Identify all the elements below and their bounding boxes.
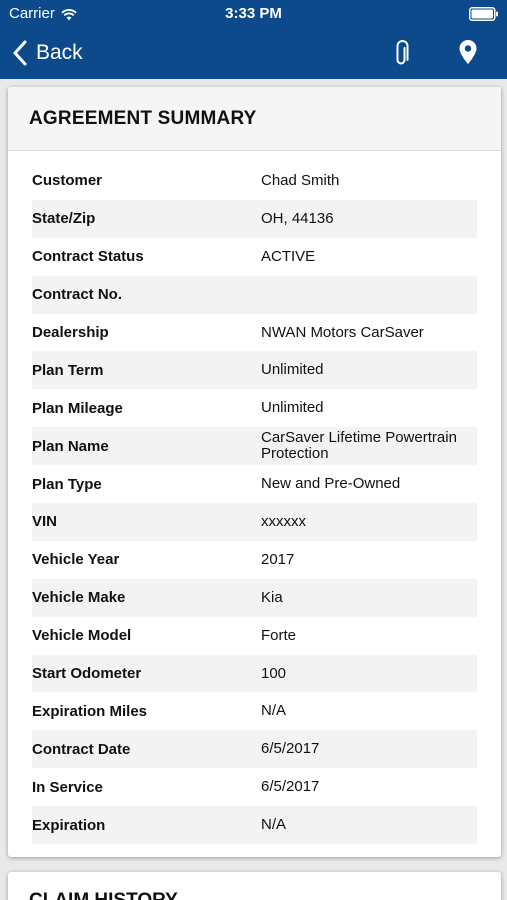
row-value: New and Pre-Owned xyxy=(261,475,401,493)
row-label: Vehicle Year xyxy=(32,551,120,569)
table-row: Dealership NWAN Motors CarSaver xyxy=(32,314,477,352)
row-label: Vehicle Model xyxy=(32,627,132,645)
row-label: Dealership xyxy=(32,324,109,341)
row-value: Forte xyxy=(261,626,297,644)
card-header: AGREEMENT SUMMARY xyxy=(8,87,501,151)
row-value: 6/5/2017 xyxy=(261,740,320,758)
table-row: State/Zip OH, 44136 xyxy=(32,199,477,238)
paperclip-icon[interactable] xyxy=(388,38,416,68)
row-value: 2017 xyxy=(261,550,295,568)
row-label: Contract Date xyxy=(32,740,131,758)
table-row: Plan Type New and Pre-Owned xyxy=(32,465,477,503)
row-value: N/A xyxy=(261,702,287,720)
row-value: Kia xyxy=(261,588,283,606)
row-value: Chad Smith xyxy=(261,171,340,189)
table-row: Vehicle Make Kia xyxy=(32,578,477,617)
row-value: OH, 44136 xyxy=(261,209,334,227)
row-value: Unlimited xyxy=(261,399,324,417)
table-row: VIN xxxxxx xyxy=(32,503,477,541)
row-label: State/Zip xyxy=(32,210,96,228)
map-pin-icon[interactable] xyxy=(454,38,482,68)
table-row: Expiration Miles N/A xyxy=(32,692,477,730)
back-label: Back xyxy=(36,41,83,64)
section-title: CLAIM HISTORY xyxy=(29,890,178,900)
row-label: Start Odometer xyxy=(32,665,142,683)
table-row: In Service 6/5/2017 xyxy=(32,768,477,806)
row-label: Plan Mileage xyxy=(32,399,123,417)
table-row: Start Odometer 100 xyxy=(32,654,477,693)
top-bar: Carrier 3:33 PM Back xyxy=(0,0,507,79)
table-row: Plan Term Unlimited xyxy=(32,351,477,390)
chevron-left-icon xyxy=(12,40,28,66)
row-label: Expiration Miles xyxy=(32,702,148,720)
row-value: NWAN Motors CarSaver xyxy=(261,323,424,341)
back-button[interactable]: Back xyxy=(12,37,83,69)
row-value: ACTIVE xyxy=(261,247,316,265)
row-label: Plan Name xyxy=(32,437,109,455)
row-value: xxxxxx xyxy=(261,512,306,530)
row-label: Contract Status xyxy=(32,248,144,266)
status-bar: Carrier 3:33 PM xyxy=(0,0,507,28)
clock: 3:33 PM xyxy=(225,5,282,22)
table-row: Contract Date 6/5/2017 xyxy=(32,730,477,769)
navigation-bar: Back xyxy=(0,28,507,79)
row-value: CarSaver Lifetime Powertrain Protection xyxy=(261,429,457,463)
row-label: Expiration xyxy=(32,816,106,834)
row-value: Unlimited xyxy=(261,361,324,379)
section-title: AGREEMENT SUMMARY xyxy=(29,107,257,129)
table-row: Plan Mileage Unlimited xyxy=(32,389,477,427)
row-value: N/A xyxy=(261,816,287,834)
agreement-summary-card: AGREEMENT SUMMARY Customer Chad Smith Stat… xyxy=(8,87,501,857)
table-row: Vehicle Year 2017 xyxy=(32,541,477,579)
row-value: 100 xyxy=(261,664,287,682)
summary-table: Customer Chad Smith State/Zip OH, 44136 Cont… xyxy=(8,151,501,845)
claim-history-card[interactable]: CLAIM HISTORY xyxy=(8,872,501,900)
table-row: Plan Name CarSaver Lifetime Powertrain Pr… xyxy=(32,427,477,466)
row-label: Contract No. xyxy=(32,286,122,304)
row-label: Vehicle Make xyxy=(32,589,126,607)
row-label: Plan Term xyxy=(32,361,104,379)
row-value: 6/5/2017 xyxy=(261,778,320,796)
row-label: In Service xyxy=(32,778,103,796)
table-row: Contract Status ACTIVE xyxy=(32,238,477,276)
row-label: Customer xyxy=(32,172,103,190)
table-row: Customer Chad Smith xyxy=(32,162,477,200)
battery-icon xyxy=(469,7,499,21)
row-label: VIN xyxy=(32,513,58,531)
table-row: Vehicle Model Forte xyxy=(32,617,477,655)
table-row: Contract No. xyxy=(32,275,477,314)
row-label: Plan Type xyxy=(32,475,102,493)
table-row: Expiration N/A xyxy=(32,806,477,845)
